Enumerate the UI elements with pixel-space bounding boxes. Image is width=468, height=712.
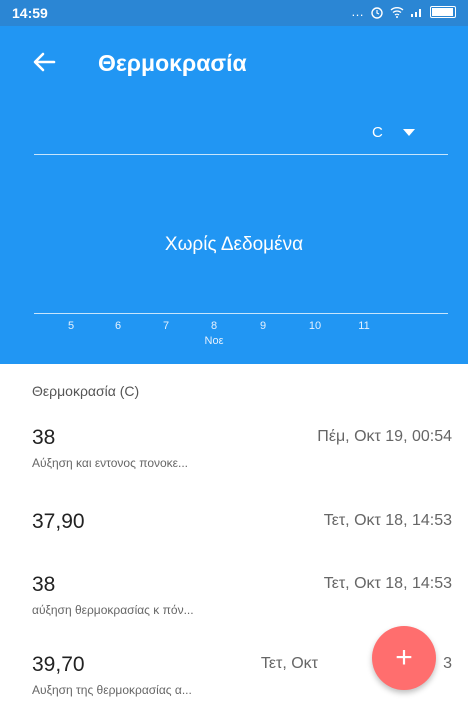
chart-x-axis (34, 313, 448, 314)
wifi-icon (390, 6, 404, 18)
x-tick-label: 6 (114, 320, 122, 332)
item-value: 37,90 (32, 510, 85, 533)
item-date: Τετ, Οκτ 18, 14:53 (323, 512, 452, 529)
more-icon: … (351, 4, 364, 19)
item-value: 39,70 (32, 653, 85, 676)
empty-chart-text: Χωρίς Δεδομένα (164, 234, 304, 255)
x-tick-label: 9 (259, 320, 267, 332)
add-entry-button[interactable]: + (372, 626, 436, 690)
list-item[interactable]: 38 Πέμ, Οκτ 19, 00:54 Αύξηση και εντονος… (0, 418, 468, 488)
item-date-tail: 3 (443, 655, 452, 672)
status-icons: … (351, 4, 456, 19)
x-tick-label: 5 (67, 320, 75, 332)
item-date: Τετ, Οκτ (260, 655, 318, 672)
header-panel: Θερμοκρασία C Χωρίς Δεδομένα 5 6 7 8 9 1… (0, 26, 468, 364)
unit-value: C (372, 123, 383, 141)
item-note: Αύξηση και εντονος πονοκε... (32, 456, 189, 470)
caret-down-icon (402, 128, 415, 136)
section-label: Θερμοκρασία (C) (32, 383, 140, 399)
x-tick-label: 8 (210, 320, 218, 332)
item-date: Πέμ, Οκτ 19, 00:54 (317, 428, 452, 445)
list-item[interactable]: 37,90 Τετ, Οκτ 18, 14:53 (0, 498, 468, 558)
item-value: 38 (32, 573, 56, 596)
x-tick-label: 7 (162, 320, 170, 332)
unit-dropdown[interactable]: C (370, 118, 450, 146)
item-date: Τετ, Οκτ 18, 14:53 (323, 575, 452, 592)
item-value: 38 (32, 426, 56, 449)
x-tick-label: 10 (308, 320, 322, 332)
app-screen: 14:59 … Θερμοκρασία C Χωρίς Δεδομένα 5 6… (0, 0, 468, 712)
list-item[interactable]: 38 Τετ, Οκτ 18, 14:53 αύξηση θερμοκρασία… (0, 565, 468, 635)
signal-icon (411, 8, 421, 17)
status-bar: 14:59 … (0, 0, 468, 26)
item-note: Αυξηση της θερμοκρασίας α... (32, 683, 192, 697)
battery-icon (430, 5, 456, 18)
alarm-icon (371, 6, 383, 19)
page-title: Θερμοκρασία (98, 50, 247, 76)
divider (34, 154, 448, 155)
plus-icon: + (395, 641, 413, 674)
item-note: αύξηση θερμοκρασίας κ πόν... (32, 603, 194, 617)
back-arrow-icon[interactable] (30, 48, 58, 76)
status-time: 14:59 (12, 5, 48, 21)
x-tick-label: 11 (358, 320, 370, 332)
x-axis-month-label: Νοε (204, 335, 224, 347)
